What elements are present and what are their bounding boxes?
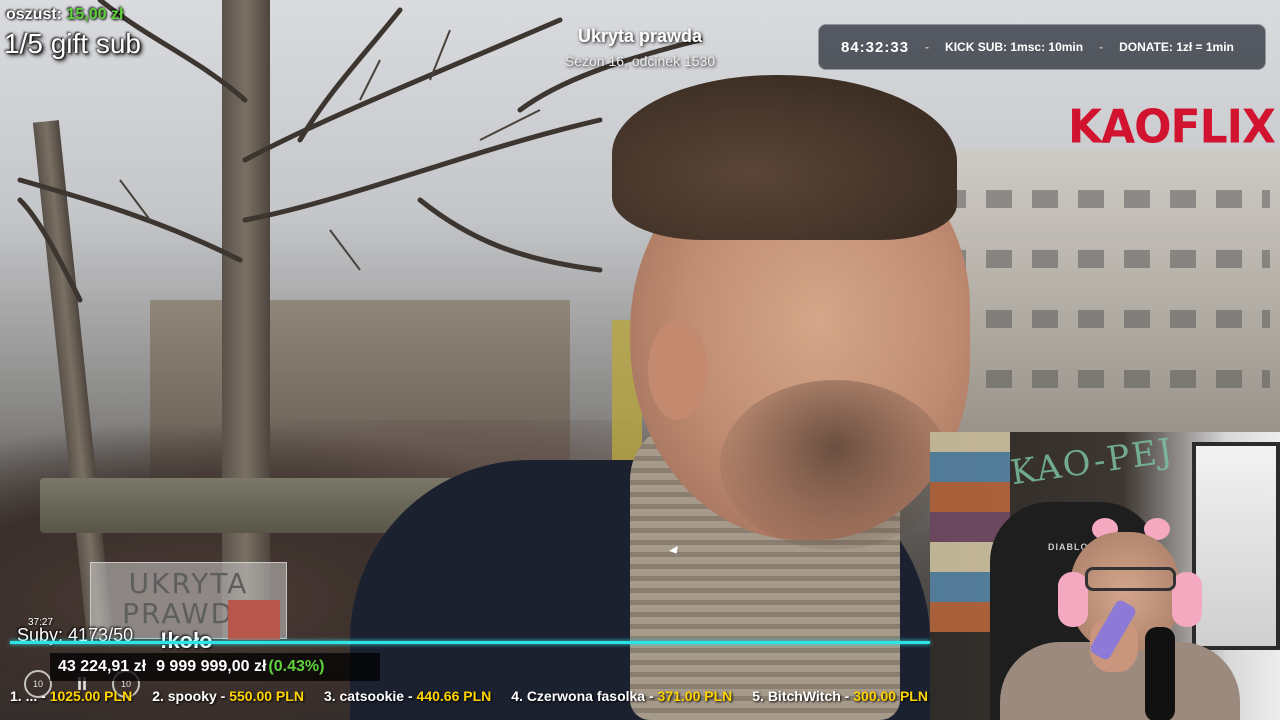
separator: -: [925, 40, 930, 54]
donor-amount: 550.00 PLN: [229, 688, 304, 704]
donations-percent: (0.43%): [268, 658, 325, 675]
donations-collected: 43 224,91 zł: [58, 658, 147, 675]
top-donors-ticker: 1. ... - 1025.00 PLN 2. spooky - 550.00 …: [0, 688, 1280, 710]
show-title: Ukryta prawda: [577, 26, 703, 46]
door: [1192, 442, 1280, 650]
top-donor-5: 5. BitchWitch - 300.00 PLN: [752, 688, 928, 710]
person-ear: [648, 320, 708, 420]
gift-sub-goal: 1/5 gift sub: [4, 28, 141, 59]
episode-info: Ukryta prawda Sezon 16, odcinek 1530: [540, 26, 740, 69]
episode-subtitle: Sezon 16, odcinek 1530: [564, 53, 716, 69]
donor-name: 1. ... -: [10, 688, 50, 704]
kick-sub-rate: KICK SUB: 1msc: 10min: [945, 40, 1084, 54]
donations-target: 9 999 999,00 zł: [156, 658, 267, 675]
donor-amount: 1025.00 PLN: [49, 688, 133, 704]
show-logo-red-block: [228, 600, 280, 640]
top-donor-3: 3. catsookie - 440.66 PLN: [324, 688, 491, 710]
donor-name: 5. BitchWitch -: [752, 688, 854, 704]
donor-name: 3. catsookie -: [323, 688, 417, 704]
separator: -: [1099, 40, 1104, 54]
donate-rate: DONATE: 1zł = 1min: [1119, 40, 1234, 54]
video-progress-bar[interactable]: [10, 641, 930, 644]
headset-earcup: [1058, 572, 1088, 627]
subathon-timer: 84:32:33: [841, 38, 910, 56]
wall-graffiti: KAO-PEJ: [1008, 432, 1177, 494]
last-donor-label: oszust:: [6, 6, 62, 23]
top-donor-4: 4. Czerwona fasolka - 371.00 PLN: [511, 688, 732, 710]
show-logo-line1: UKRYTA: [128, 567, 249, 600]
top-donor-2: 2. spooky - 550.00 PLN: [152, 688, 304, 710]
last-donor-amount: 15,00 zł: [66, 6, 124, 23]
subathon-timer-bar: 84:32:33 - KICK SUB: 1msc: 10min - DONAT…: [818, 24, 1266, 70]
donor-amount: 440.66 PLN: [416, 688, 492, 704]
donor-amount: 371.00 PLN: [657, 688, 733, 704]
donor-name: 4. Czerwona fasolka -: [511, 688, 658, 704]
donation-goal: 43 224,91 zł 9 999 999,00 zł (0.43%): [50, 653, 380, 681]
person-hair: [612, 75, 957, 240]
donor-amount: 300.00 PLN: [853, 688, 928, 704]
last-donation: oszust: 15,00 zł: [6, 6, 123, 24]
top-donor-1: 1. ... - 1025.00 PLN: [10, 688, 132, 710]
donor-name: 2. spooky -: [152, 688, 230, 704]
brand-logo: KAOFLIX: [1068, 100, 1276, 155]
glasses: [1085, 567, 1176, 591]
person-beard: [720, 380, 950, 550]
headset-earcup: [1172, 572, 1202, 627]
streamer-webcam: KAO-PEJ DIABLO: [930, 432, 1280, 720]
